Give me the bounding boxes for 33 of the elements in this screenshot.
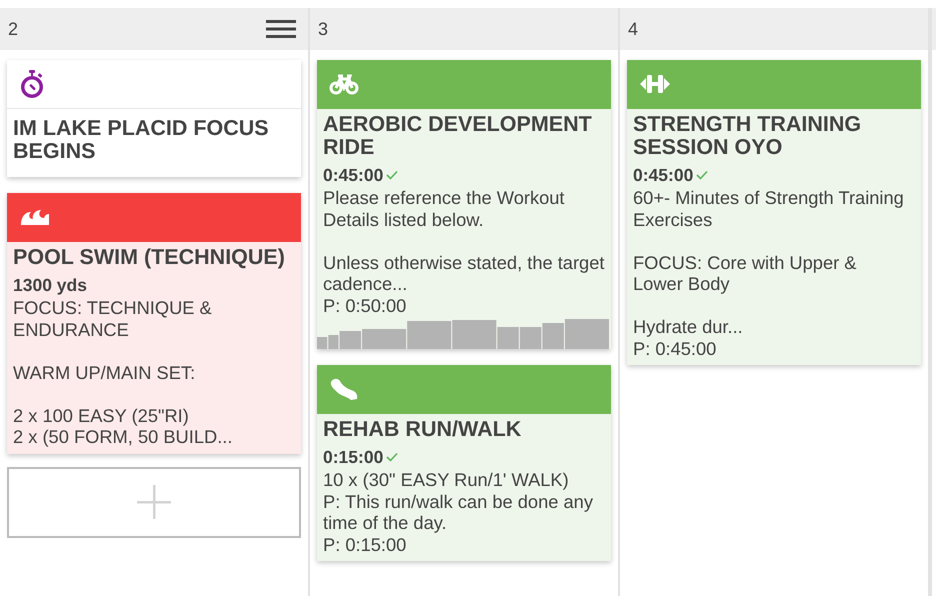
day-number: 2 <box>8 18 18 40</box>
workout-duration: 0:45:00 <box>633 164 694 187</box>
workout-duration: 0:45:00 <box>323 164 384 187</box>
workout-title: REHAB RUN/WALK <box>323 418 522 441</box>
workout-card[interactable]: STRENGTH TRAINING SESSION OYO 0:45:00 60+- Minutes of Strength Training Exercises FOCUS: Core with Upper & Lower Body Hydrate dur... P: 0:45:00 <box>627 60 921 365</box>
workout-title: IM LAKE PLACID FOCUS BEGINS <box>13 117 270 163</box>
workout-description: Please reference the Workout Details listed below. Unless otherwise stated, the target cadence... <box>323 187 605 294</box>
planned-duration: P: 0:45:00 <box>633 338 718 359</box>
workout-description: FOCUS: TECHNIQUE & ENDURANCE WARM UP/MAIN SET: 2 x 100 EASY (25"RI) 2 x (50 FORM, 50 BUILD... <box>13 297 234 448</box>
workout-title: STRENGTH TRAINING SESSION OYO <box>633 113 862 159</box>
workout-duration: 0:15:00 <box>323 446 384 469</box>
bicycle-icon <box>329 73 359 95</box>
check-icon <box>386 170 398 180</box>
workout-card[interactable]: AEROBIC DEVELOPMENT RIDE 0:45:00 Please reference the Workout Details listed below. Unless otherwise stated, the target cadence... P: 0:50:00 <box>317 60 611 349</box>
check-icon <box>386 452 398 462</box>
planned-duration: P: 0:50:00 <box>323 294 408 316</box>
workout-duration: 1300 yds <box>13 274 87 297</box>
dumbbell-icon <box>639 73 671 95</box>
workout-card[interactable]: POOL SWIM (TECHNIQUE) 1300 yds FOCUS: TECHNIQUE & ENDURANCE WARM UP/MAIN SET: 2 x 100 EASY (25"RI) 2 x (50 FORM, 50 BUILD... <box>7 193 301 454</box>
waves-icon <box>19 207 51 227</box>
menu-icon[interactable] <box>266 19 296 39</box>
day-number: 3 <box>318 18 328 40</box>
workout-description: 60+- Minutes of Strength Training Exercises FOCUS: Core with Upper & Lower Body Hydrate dur... <box>633 187 905 338</box>
planned-duration: P: 0:15:00 <box>323 534 408 555</box>
workout-description: 10 x (30" EASY Run/1' WALK) P: This run/walk can be done any time of the day. <box>323 469 594 534</box>
check-icon <box>696 170 708 180</box>
plus-icon <box>137 485 171 519</box>
workout-title: POOL SWIM (TECHNIQUE) <box>13 246 286 269</box>
workout-card[interactable]: IM LAKE PLACID FOCUS BEGINS <box>7 60 301 177</box>
stopwatch-icon <box>19 69 45 99</box>
workout-card[interactable]: REHAB RUN/WALK 0:15:00 10 x (30" EASY Run/1' WALK) P: This run/walk can be done any time of the day. P: 0:15:00 <box>317 365 611 561</box>
day-number: 4 <box>628 18 638 40</box>
workout-title: AEROBIC DEVELOPMENT RIDE <box>323 113 593 159</box>
